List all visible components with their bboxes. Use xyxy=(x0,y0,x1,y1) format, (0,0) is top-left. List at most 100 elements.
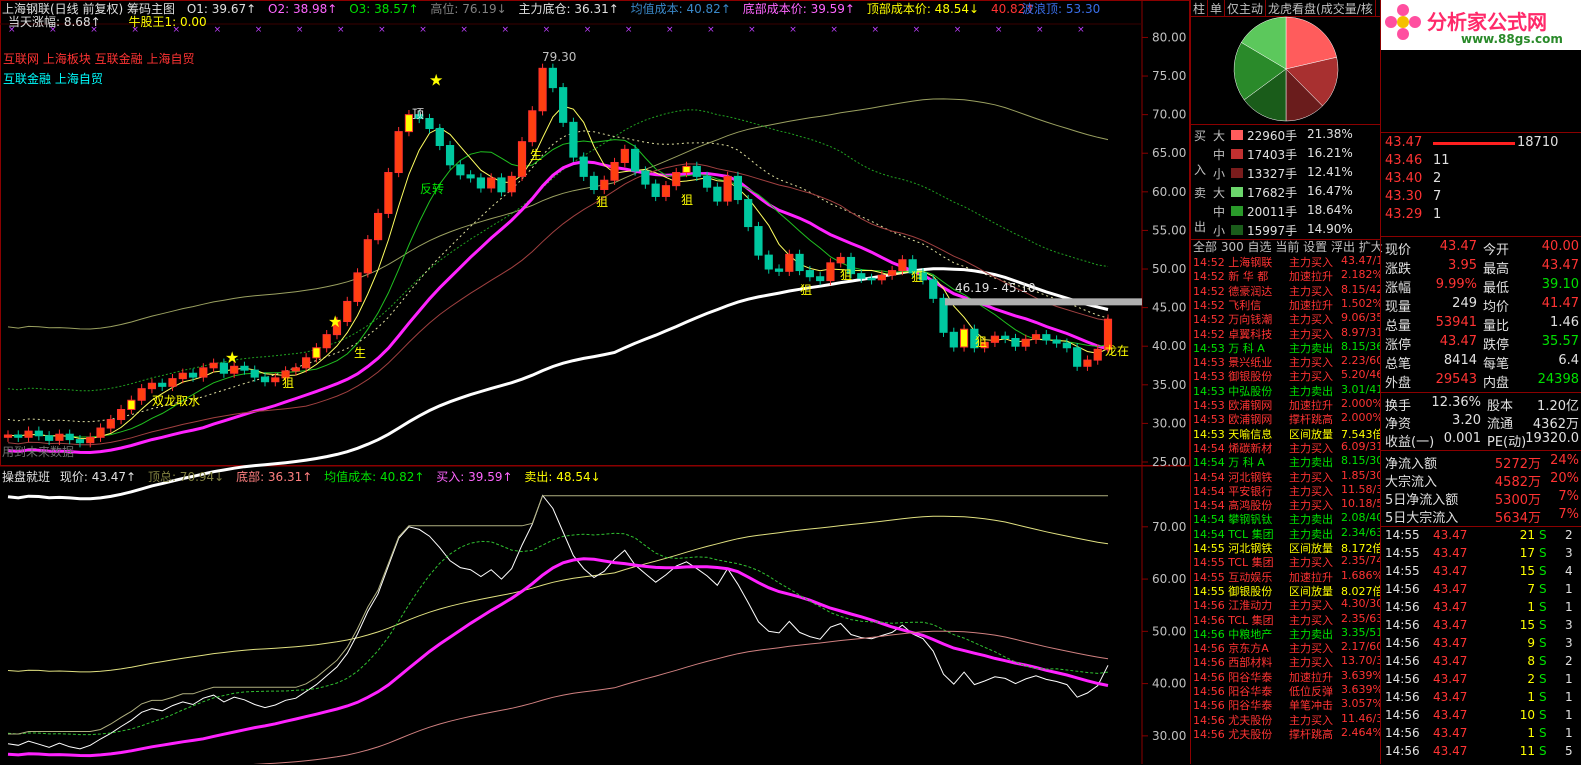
cell[interactable] xyxy=(1433,142,1515,145)
ticker-row[interactable]: 14:54 高鸿股份 主力买入 10.18/5 xyxy=(1193,497,1381,511)
ticker-name[interactable]: 14:54 平安银行 xyxy=(1193,485,1272,497)
ticker-value: 2.35/74 xyxy=(1341,554,1381,568)
brand-name: 分析家公式网 xyxy=(1427,10,1547,34)
ticker-name[interactable]: 14:52 新 华 都 xyxy=(1193,270,1268,282)
ticker-name[interactable]: 14:55 TCL 集团 xyxy=(1193,556,1274,568)
ticker-name[interactable]: 14:53 天喻信息 xyxy=(1193,428,1272,440)
trade-side: S xyxy=(1539,654,1547,668)
kline-chart-area[interactable]: 80.00 75.00 70.00 65.00 60.00 55.00 50.00 45.00… xyxy=(0,0,1190,764)
ticker-row[interactable]: 14:55 TCL 集团 主力买入 2.35/74 xyxy=(1193,554,1381,568)
ticker-name[interactable]: 14:52 卓翼科技 xyxy=(1193,328,1272,340)
ticker-name[interactable]: 14:56 阳谷华泰 xyxy=(1193,685,1272,697)
ticker-name[interactable]: 14:53 中弘股份 xyxy=(1193,385,1272,397)
fund-flow-panel: 净流入额 5272万 24% 大宗流入 4582万 20% 5日净流入额 5300万 7% 5日大… xyxy=(1381,450,1581,527)
ticker-row[interactable]: 14:54 烯碳新材 主力买入 6.09/31 xyxy=(1193,440,1381,454)
quote-label: 每笔 xyxy=(1483,357,1510,372)
order-price: 43.30 xyxy=(1385,189,1423,204)
sub-name: 操盘就班 xyxy=(2,470,51,484)
ticker-row[interactable]: 14:52 卓翼科技 主力买入 8.97/31 xyxy=(1193,326,1381,340)
ticker-name[interactable]: 14:56 京东方A xyxy=(1193,642,1269,654)
ticker-name[interactable]: 14:54 万 科 A xyxy=(1193,456,1265,468)
ticker-name[interactable]: 14:52 德豪润达 xyxy=(1193,285,1272,297)
ticker-row[interactable]: 14:55 河北钢铁 区间放量 8.172倍 xyxy=(1193,540,1381,554)
ticker-name[interactable]: 14:54 高鸿股份 xyxy=(1193,499,1272,511)
ticker-name[interactable]: 14:56 中粮地产 xyxy=(1193,628,1272,640)
ticker-row[interactable]: 14:56 西部材料 主力买入 13.70/3 xyxy=(1193,654,1381,668)
trade-price: 43.47 xyxy=(1433,744,1468,758)
ticker-name[interactable]: 14:53 万 科 A xyxy=(1193,342,1265,354)
ticker-name[interactable]: 14:53 景兴纸业 xyxy=(1193,356,1272,368)
ticker-row[interactable]: 14:53 欧浦钢网 撑杆跳高 2.000% xyxy=(1193,411,1381,425)
ticker-name[interactable]: 14:52 万向钱潮 xyxy=(1193,313,1272,325)
candle-body xyxy=(589,175,599,191)
ticker-name[interactable]: 14:55 御银股份 xyxy=(1193,585,1272,597)
ticker-row[interactable]: 14:52 新 华 都 加速拉升 2.182% xyxy=(1193,268,1381,282)
ticker-row[interactable]: 14:53 御银股份 主力买入 5.20/46 xyxy=(1193,368,1381,382)
candle-body xyxy=(1042,334,1051,341)
ticker-name[interactable]: 14:56 江淮动力 xyxy=(1193,599,1272,611)
ticker-row[interactable]: 14:54 平安银行 主力买入 11.58/3 xyxy=(1193,483,1381,497)
ticker-row[interactable]: 14:52 上海钢联 主力买入 43.47/1 xyxy=(1193,254,1381,268)
ticker-name[interactable]: 14:56 TCL 集团 xyxy=(1193,614,1274,626)
ticker-row[interactable]: 14:54 TCL 集团 主力卖出 2.34/63 xyxy=(1193,526,1381,540)
ticker-row[interactable]: 14:54 攀钢钒钛 主力卖出 2.08/40 xyxy=(1193,511,1381,525)
trade-count: 1 xyxy=(1565,708,1573,722)
ticker-row[interactable]: 14:56 尤夫股份 主力买入 11.46/3 xyxy=(1193,712,1381,726)
trade-time: 14:56 xyxy=(1385,726,1420,740)
candle-body xyxy=(435,128,444,147)
trade-side: S xyxy=(1539,708,1547,722)
ticker-name[interactable]: 14:56 西部材料 xyxy=(1193,656,1272,668)
ticker-row[interactable]: 14:53 景兴纸业 主力买入 2.23/60 xyxy=(1193,354,1381,368)
order-volume: 2 xyxy=(1433,171,1442,186)
sheng-label-1: 生 xyxy=(530,148,543,162)
ticker-name[interactable]: 14:52 上海钢联 xyxy=(1193,256,1272,268)
ticker-name[interactable]: 14:54 河北钢铁 xyxy=(1193,471,1272,483)
ticker-row[interactable]: 14:56 京东方A 主力买入 2.17/60 xyxy=(1193,640,1381,654)
ticker-name[interactable]: 14:54 攀钢钒钛 xyxy=(1193,513,1272,525)
ticker-row[interactable]: 14:53 中弘股份 主力卖出 3.01/41 xyxy=(1193,383,1381,397)
ticker-row[interactable]: 14:56 TCL 集团 主力买入 2.35/63 xyxy=(1193,612,1381,626)
ticker-name[interactable]: 14:56 尤夫股份 xyxy=(1193,714,1272,726)
ticker-name[interactable]: 14:55 河北钢铁 xyxy=(1193,542,1272,554)
ticker-row[interactable]: 14:55 互动娱乐 加速拉升 1.686% xyxy=(1193,569,1381,583)
ticker-name[interactable]: 14:53 御银股份 xyxy=(1193,370,1272,382)
quote-value: 9.99% xyxy=(1435,277,1477,292)
ticker-name[interactable]: 14:52 飞利信 xyxy=(1193,299,1261,311)
ticker-action: 主力买入 xyxy=(1289,441,1333,454)
ticker-action: 区间放量 xyxy=(1289,542,1333,554)
ticker-row[interactable]: 14:53 欧浦钢网 加速拉升 2.000% xyxy=(1193,397,1381,411)
stat-label: 换手 xyxy=(1385,399,1412,414)
ticker-row[interactable]: 14:56 中粮地产 主力卖出 3.35/51 xyxy=(1193,626,1381,640)
ticker-name[interactable]: 14:54 TCL 集团 xyxy=(1193,528,1274,540)
kline-svg[interactable]: 80.00 75.00 70.00 65.00 60.00 55.00 50.00 45.00… xyxy=(0,0,1190,764)
ticker-row[interactable]: 14:54 万 科 A 主力卖出 8.15/30 xyxy=(1193,454,1381,468)
trade-side: S xyxy=(1539,744,1547,758)
ticker-name[interactable]: 14:53 欧浦钢网 xyxy=(1193,413,1272,425)
ticker-row[interactable]: 14:56 阳谷华泰 单笔冲击 3.057% xyxy=(1193,697,1381,711)
ticker-row[interactable]: 14:56 江淮动力 主力买入 4.30/30 xyxy=(1193,597,1381,611)
ticker-row[interactable]: 14:55 御银股份 区间放量 8.027倍 xyxy=(1193,583,1381,597)
ticker-name[interactable]: 14:53 欧浦钢网 xyxy=(1193,399,1272,411)
trade-price: 43.47 xyxy=(1433,546,1468,560)
ticker-row[interactable]: 14:53 万 科 A 主力卖出 8.15/36 xyxy=(1193,340,1381,354)
quote-value: 40.00 xyxy=(1541,239,1579,254)
ticker-row[interactable]: 14:56 阳谷华泰 低位反弹 3.639% xyxy=(1193,683,1381,697)
trade-side: S xyxy=(1539,672,1547,686)
ticker-name[interactable]: 14:54 烯碳新材 xyxy=(1193,442,1272,454)
ticker-name[interactable]: 14:56 阳谷华泰 xyxy=(1193,699,1272,711)
ticker-row[interactable]: 14:52 万向钱潮 主力买入 9.06/35 xyxy=(1193,311,1381,325)
trade-price: 43.47 xyxy=(1433,708,1468,722)
brand-url[interactable]: www.88gs.com xyxy=(1461,32,1563,46)
list-tabs[interactable]: 全部 300 自选 当前 设置 浮出 扩大 xyxy=(1193,238,1383,255)
quote-label: 跌停 xyxy=(1483,338,1510,353)
ticker-name[interactable]: 14:56 阳谷华泰 xyxy=(1193,671,1272,683)
ticker-row[interactable]: 14:53 天喻信息 区间放量 7.543倍 xyxy=(1193,426,1381,440)
ticker-row[interactable]: 14:56 阳谷华泰 加速拉升 3.639% xyxy=(1193,669,1381,683)
ticker-row[interactable]: 14:54 河北钢铁 主力买入 1.85/30 xyxy=(1193,469,1381,483)
ticker-row[interactable]: 14:52 飞利信 加速拉升 1.502% xyxy=(1193,297,1381,311)
ticker-name[interactable]: 14:56 尤夫股份 xyxy=(1193,728,1272,740)
ticker-row[interactable]: 14:52 德豪润达 主力买入 8.15/42 xyxy=(1193,283,1381,297)
ticker-row[interactable]: 14:56 尤夫股份 撑杆跳高 2.464% xyxy=(1193,726,1381,740)
candle-body xyxy=(497,177,506,193)
ticker-name[interactable]: 14:55 互动娱乐 xyxy=(1193,571,1272,583)
